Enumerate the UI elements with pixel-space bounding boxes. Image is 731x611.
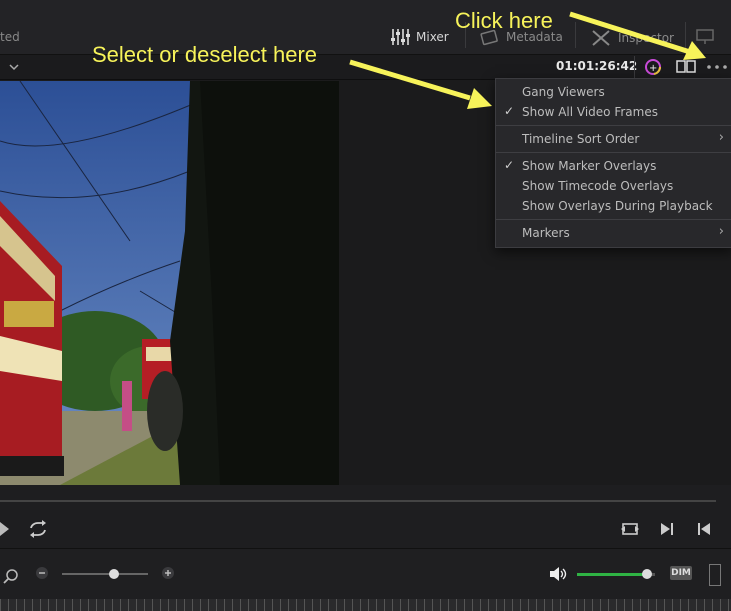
more-options-icon[interactable] — [706, 62, 728, 72]
checkmark-icon: ✓ — [504, 158, 515, 172]
mixer-icon — [391, 29, 410, 45]
volume-level-fill — [577, 573, 648, 576]
svg-text:+: + — [649, 63, 657, 74]
chevron-right-icon: › — [718, 224, 724, 239]
color-overlay-icon[interactable]: + — [642, 57, 664, 77]
menu-item-label: Show Overlays During Playback — [522, 199, 713, 213]
tab-inspector-label: Inspector — [618, 31, 674, 45]
menu-item-label: Markers — [522, 226, 570, 240]
dual-viewer-icon[interactable] — [676, 59, 696, 75]
menu-item-markers[interactable]: Markers › — [496, 223, 731, 243]
viewer-options-menu: Gang Viewers ✓ Show All Video Frames Tim… — [495, 78, 731, 248]
menu-item-label: Show Timecode Overlays — [522, 179, 674, 193]
audio-meter — [709, 564, 721, 586]
bottom-toolbar: DIM — [0, 548, 731, 601]
menu-item-label: Show All Video Frames — [522, 105, 658, 119]
scrubber-track[interactable] — [0, 500, 716, 502]
zoom-slider-handle[interactable] — [108, 569, 119, 579]
inspector-icon — [592, 30, 610, 46]
menu-item-timeline-sort-order[interactable]: Timeline Sort Order › — [496, 129, 731, 149]
menu-item-show-all-video-frames[interactable]: ✓ Show All Video Frames — [496, 102, 731, 122]
timecode-display: 01:01:26:42 — [556, 59, 638, 73]
zoom-out-icon[interactable] — [35, 566, 49, 580]
checkmark-icon: ✓ — [504, 104, 515, 118]
toolbar-divider — [634, 56, 635, 78]
zoom-magnifier-icon[interactable] — [2, 567, 20, 585]
video-frame-image — [0, 81, 339, 485]
volume-slider-track[interactable] — [577, 569, 655, 579]
loop-icon[interactable] — [27, 519, 49, 539]
dim-button[interactable]: DIM — [670, 566, 692, 580]
menu-item-label: Gang Viewers — [522, 85, 605, 99]
menu-divider — [496, 125, 731, 126]
menu-item-label: Timeline Sort Order — [522, 132, 640, 146]
workspace-title-fragment: ted — [0, 30, 20, 44]
zoom-slider-track[interactable] — [62, 569, 148, 579]
toolbar-divider — [575, 22, 576, 48]
tab-mixer[interactable]: Mixer — [390, 28, 449, 46]
match-frame-icon[interactable] — [619, 520, 641, 538]
tab-mixer-label: Mixer — [416, 30, 449, 44]
transport-controls — [0, 515, 731, 545]
play-reverse-icon[interactable] — [0, 520, 12, 538]
annotation-select-here: Select or deselect here — [92, 42, 318, 67]
menu-item-label: Show Marker Overlays — [522, 159, 657, 173]
timeline-ruler[interactable] — [0, 599, 731, 611]
chevron-down-icon[interactable] — [8, 62, 20, 72]
menu-divider — [496, 219, 731, 220]
volume-slider-handle[interactable] — [642, 569, 653, 579]
next-frame-icon[interactable] — [659, 521, 675, 537]
menu-item-show-timecode-overlays[interactable]: Show Timecode Overlays — [496, 176, 731, 196]
toolbar-divider — [685, 22, 686, 48]
monitor-icon[interactable] — [695, 28, 715, 46]
zoom-in-icon[interactable] — [161, 566, 175, 580]
previous-frame-icon[interactable] — [696, 521, 712, 537]
tab-inspector[interactable]: Inspector — [590, 28, 674, 48]
menu-item-show-overlays-during-playback[interactable]: Show Overlays During Playback — [496, 196, 731, 216]
chevron-right-icon: › — [718, 130, 724, 145]
menu-item-gang-viewers[interactable]: Gang Viewers — [496, 82, 731, 102]
annotation-click-here: Click here — [455, 8, 553, 33]
video-frame — [0, 81, 339, 485]
menu-item-show-marker-overlays[interactable]: ✓ Show Marker Overlays — [496, 156, 731, 176]
menu-divider — [496, 152, 731, 153]
volume-icon[interactable] — [548, 565, 568, 583]
